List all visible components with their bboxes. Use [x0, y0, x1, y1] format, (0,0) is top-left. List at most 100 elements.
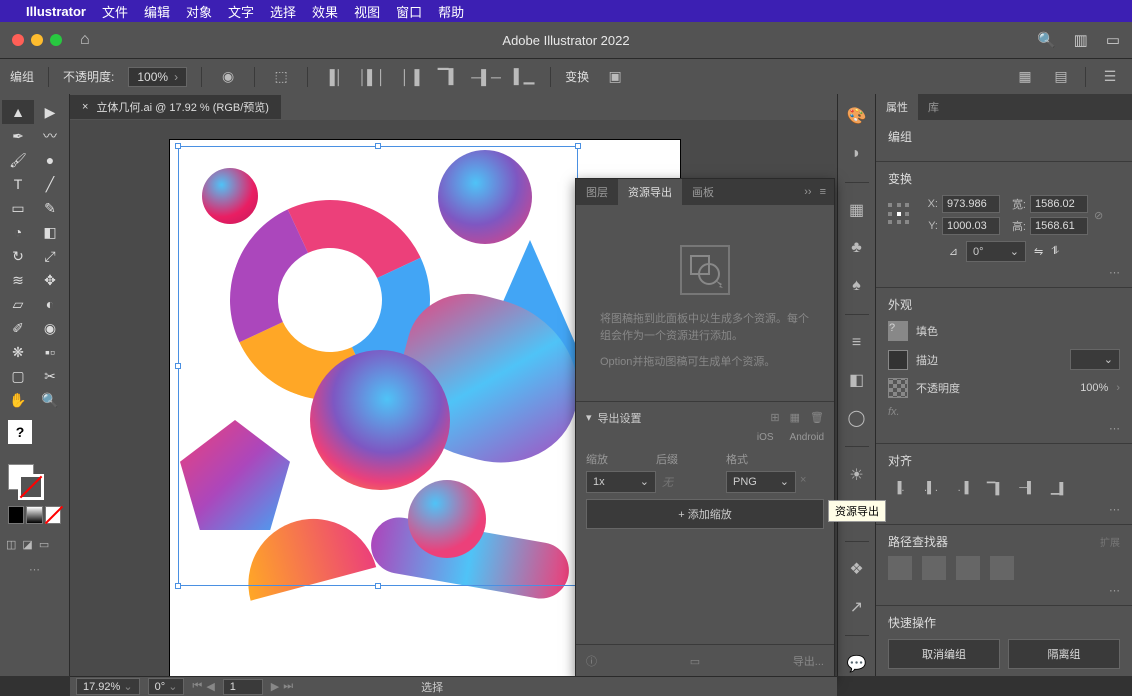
next-artboard-icon[interactable]: ▶	[271, 680, 279, 693]
menu-window[interactable]: 窗口	[396, 2, 422, 21]
eraser-tool[interactable]: ◧	[34, 220, 66, 244]
scale-select[interactable]: 1x⌄	[586, 471, 656, 493]
asset-export-icon[interactable]: ↗	[845, 595, 869, 619]
color-guide-icon[interactable]: ◗	[845, 142, 869, 166]
align-bottom-icon[interactable]: ▌▁	[512, 65, 536, 89]
reference-point[interactable]	[888, 203, 912, 227]
opacity-input[interactable]: 100%	[128, 67, 187, 87]
free-transform-tool[interactable]: ✥	[34, 268, 66, 292]
remove-row-icon[interactable]: ×	[796, 471, 810, 493]
align-left-icon[interactable]: ▐.	[888, 477, 910, 499]
menu-view[interactable]: 视图	[354, 2, 380, 21]
export-button[interactable]: 导出...	[793, 653, 824, 669]
selection-bounds[interactable]	[178, 146, 578, 586]
fill-swatch[interactable]: ?	[888, 321, 908, 341]
align-right-icon[interactable]: .▐	[952, 477, 974, 499]
perspective-tool[interactable]: ▱	[2, 292, 34, 316]
arrange-icon[interactable]: ▥	[1074, 31, 1088, 49]
brushes-panel-icon[interactable]: ♣	[845, 236, 869, 260]
flip-h-icon[interactable]: ⇋	[1034, 245, 1043, 258]
intersect-icon[interactable]	[956, 556, 980, 580]
tab-close-icon[interactable]: ×	[82, 101, 88, 113]
collapse-icon[interactable]: ››	[804, 186, 811, 198]
libraries-tab[interactable]: 库	[918, 94, 949, 120]
last-artboard-icon[interactable]: ⏭	[283, 680, 293, 693]
align-top-icon[interactable]: ▔▌	[436, 65, 460, 89]
search-icon[interactable]: 🔍	[1037, 31, 1056, 49]
paintbrush-tool[interactable]: ✎	[34, 196, 66, 220]
angle-input[interactable]: 0°⌄	[966, 241, 1026, 262]
ungroup-button[interactable]: 取消编组	[888, 639, 1000, 669]
opacity-swatch[interactable]	[888, 378, 908, 398]
properties-tab[interactable]: 属性	[876, 94, 918, 120]
grid-view-icon[interactable]: ▦	[1013, 65, 1037, 89]
type-tool[interactable]: T	[2, 172, 34, 196]
y-input[interactable]	[942, 217, 1000, 235]
more-options-icon[interactable]: ⋯	[888, 422, 1120, 435]
app-name[interactable]: Illustrator	[26, 4, 86, 19]
crop-icon[interactable]: ⬚	[269, 65, 293, 89]
menu-icon[interactable]: ☰	[1098, 65, 1122, 89]
blend-tool[interactable]: ◉	[34, 316, 66, 340]
shape-builder-tool[interactable]: ◔	[2, 220, 34, 244]
line-tool[interactable]: ╱	[34, 172, 66, 196]
disclosure-icon[interactable]: ▾	[586, 411, 592, 424]
slice-tool[interactable]: ✂	[34, 364, 66, 388]
swatches-panel-icon[interactable]: ▦	[845, 199, 869, 223]
color-mode-icon[interactable]	[8, 506, 24, 524]
edit-toolbar-icon[interactable]: ⋯	[0, 557, 69, 582]
align-hcenter-icon[interactable]: .▌.	[920, 477, 942, 499]
opacity-value[interactable]: 100%	[1080, 382, 1108, 394]
suffix-input[interactable]: 无	[656, 471, 726, 493]
format-select[interactable]: PNG⌄	[726, 471, 796, 493]
recolor-icon[interactable]: ◉	[216, 65, 240, 89]
layers-panel-icon[interactable]: ❖	[845, 558, 869, 582]
first-artboard-icon[interactable]: ⏮	[192, 680, 202, 693]
graph-tool[interactable]: ▪▫	[34, 340, 66, 364]
align-top-icon[interactable]: ▔▌	[984, 477, 1006, 499]
preview-icon[interactable]: ▭	[690, 655, 700, 668]
more-options-icon[interactable]: ⋯	[888, 503, 1120, 516]
isolate-group-button[interactable]: 隔离组	[1008, 639, 1120, 669]
gradient-tool[interactable]: ◐	[34, 292, 66, 316]
link-wh-icon[interactable]: ⊘	[1094, 209, 1103, 222]
menu-effect[interactable]: 效果	[312, 2, 338, 21]
zoom-input[interactable]: 17.92% ⌄	[76, 678, 140, 695]
rotate-input[interactable]: 0° ⌄	[148, 678, 185, 695]
exclude-icon[interactable]	[990, 556, 1014, 580]
info-icon[interactable]: ⓘ	[586, 653, 597, 669]
height-input[interactable]	[1030, 217, 1088, 235]
fx-button[interactable]: fx.	[888, 406, 1120, 418]
transform-label[interactable]: 变换	[565, 68, 589, 85]
gradient-mode-icon[interactable]	[26, 506, 42, 524]
more-options-icon[interactable]: ⋯	[888, 584, 1120, 597]
align-hcenter-icon[interactable]: │▌│	[360, 65, 384, 89]
delete-icon[interactable]: 🗑	[810, 411, 824, 424]
symbol-tool[interactable]: ❋	[2, 340, 34, 364]
gradient-panel-icon[interactable]: ◧	[845, 369, 869, 393]
align-vcenter-icon[interactable]: ─▌─	[474, 65, 498, 89]
none-mode-icon[interactable]	[45, 506, 61, 524]
symbols-panel-icon[interactable]: ♠	[845, 274, 869, 298]
isolate-icon[interactable]: ▣	[603, 65, 627, 89]
scale-tool[interactable]: ⤢	[34, 244, 66, 268]
prev-artboard-icon[interactable]: ◀	[206, 680, 214, 693]
stroke-panel-icon[interactable]: ≡	[845, 331, 869, 355]
stroke-weight-input[interactable]: ⌄	[1070, 349, 1120, 370]
add-scale-button[interactable]: + 添加缩放	[586, 499, 824, 529]
expand-button[interactable]: 扩展	[1100, 534, 1120, 549]
asset-export-tab[interactable]: 资源导出	[618, 179, 682, 205]
list-view-icon[interactable]: ▤	[1049, 65, 1073, 89]
width-input[interactable]	[1030, 195, 1088, 213]
menu-type[interactable]: 文字	[228, 2, 254, 21]
screen-mode-icon[interactable]: ▭	[39, 538, 49, 551]
blob-brush-tool[interactable]: ●	[34, 148, 66, 172]
brush-tool[interactable]: 🖌	[2, 148, 34, 172]
rectangle-tool[interactable]: ▭	[2, 196, 34, 220]
align-bottom-icon[interactable]: ▁▌	[1048, 477, 1070, 499]
menu-select[interactable]: 选择	[270, 2, 296, 21]
workspace-icon[interactable]: ▭	[1106, 31, 1120, 49]
draw-behind-icon[interactable]: ◪	[22, 538, 32, 551]
align-left-icon[interactable]: ▐│	[322, 65, 346, 89]
close-button[interactable]	[12, 34, 24, 46]
